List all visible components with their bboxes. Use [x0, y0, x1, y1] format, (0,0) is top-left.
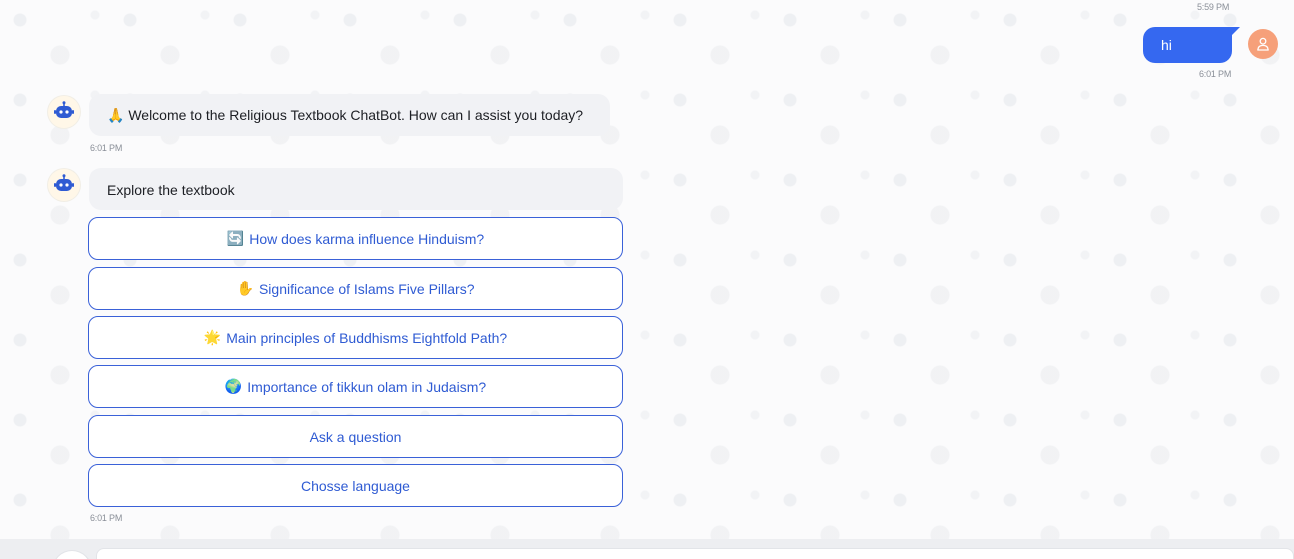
message-timestamp: 6:01 PM: [1199, 69, 1232, 79]
chat-window: 5:59 PM hi 6:01 PM 🙏 Welcome to the Reli…: [0, 0, 1294, 559]
choose-language-button[interactable]: Chosse language: [88, 464, 623, 507]
user-avatar: [1248, 29, 1278, 59]
star-emoji: 🌟: [203, 329, 222, 345]
option-label: Ask a question: [309, 428, 402, 445]
option-label: How does karma influence Hinduism?: [249, 230, 485, 247]
message-timestamp: 6:01 PM: [90, 143, 123, 153]
bot-welcome-text: Welcome to the Religious Textbook ChatBo…: [128, 107, 584, 123]
user-icon: [1257, 37, 1269, 51]
option-label: Main principles of Buddhisms Eightfold P…: [226, 329, 508, 346]
option-label: Significance of Islams Five Pillars?: [258, 280, 475, 297]
bot-welcome-bubble: 🙏 Welcome to the Religious Textbook Chat…: [89, 94, 610, 136]
option-buddhism-path[interactable]: 🌟 Main principles of Buddhisms Eightfold…: [88, 316, 623, 359]
hand-emoji: ✋: [236, 280, 254, 296]
option-label: Chosse language: [301, 477, 410, 494]
globe-emoji: 🌍: [224, 378, 243, 394]
bot-avatar: [48, 169, 80, 201]
bot-menu-title: Explore the textbook: [89, 168, 623, 210]
message-timestamp: 6:01 PM: [90, 513, 123, 523]
message-input[interactable]: [96, 548, 1294, 559]
option-karma-hinduism[interactable]: 🔄 How does karma influence Hinduism?: [88, 217, 623, 260]
user-message-bubble: hi: [1143, 27, 1240, 63]
bot-avatar: [48, 96, 80, 128]
pray-emoji: 🙏: [107, 107, 125, 123]
option-islam-pillars[interactable]: ✋ Significance of Islams Five Pillars?: [88, 267, 623, 310]
ask-question-button[interactable]: Ask a question: [88, 415, 623, 458]
option-tikkun-olam[interactable]: 🌍 Importance of tikkun olam in Judaism?: [88, 365, 623, 408]
option-label: Importance of tikkun olam in Judaism?: [247, 378, 487, 395]
cycle-emoji: 🔄: [226, 230, 245, 246]
robot-icon: [54, 101, 74, 118]
message-timestamp: 5:59 PM: [1197, 2, 1230, 12]
robot-icon: [54, 174, 74, 191]
